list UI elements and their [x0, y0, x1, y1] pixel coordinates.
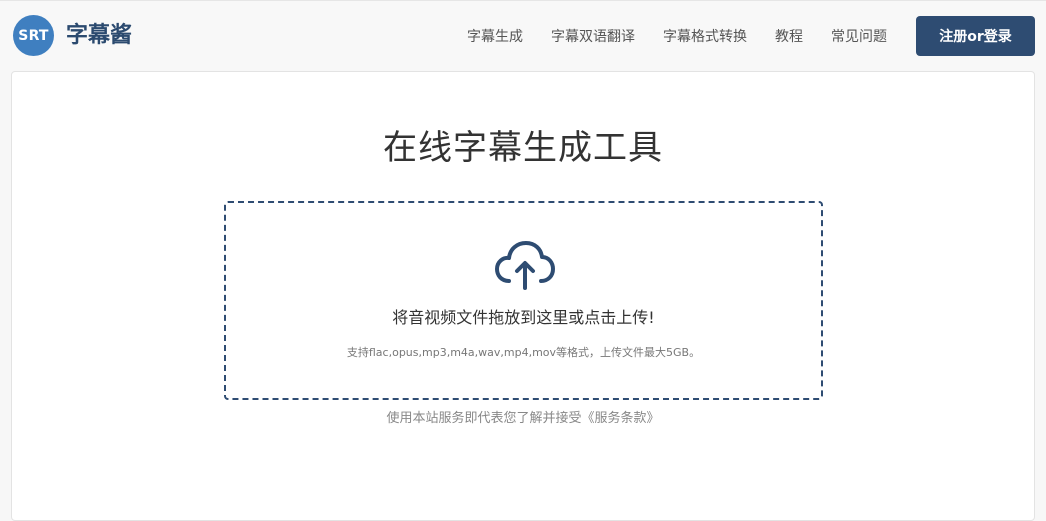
cloud-upload-icon [495, 241, 555, 290]
brand-name[interactable]: 字幕酱 [66, 24, 132, 47]
dropzone-prompt: 将音视频文件拖放到这里或点击上传! [392, 308, 655, 327]
main-nav: 字幕生成 字幕双语翻译 字幕格式转换 教程 常见问题 [453, 1, 901, 71]
terms-prefix: 使用本站服务即代表您了解并接受 [386, 411, 582, 426]
page-title: 在线字幕生成工具 [383, 128, 663, 168]
nav-item-tutorial[interactable]: 教程 [761, 26, 817, 46]
supported-formats-note: 支持flac,opus,mp3,m4a,wav,mp4,mov等格式，上传文件最… [346, 346, 701, 359]
terms-notice: 使用本站服务即代表您了解并接受《服务条款》 [12, 407, 1034, 426]
nav-item-faq[interactable]: 常见问题 [817, 26, 901, 46]
register-login-button[interactable]: 注册or登录 [916, 16, 1035, 56]
file-dropzone[interactable]: 将音视频文件拖放到这里或点击上传! 支持flac,opus,mp3,m4a,wa… [224, 201, 823, 400]
nav-item-bilingual-translation[interactable]: 字幕双语翻译 [537, 26, 649, 46]
nav-item-format-conversion[interactable]: 字幕格式转换 [649, 26, 761, 46]
srt-logo[interactable]: SRT [13, 15, 54, 56]
terms-of-service-link[interactable]: 《服务条款》 [582, 411, 660, 426]
brand[interactable]: SRT 字幕酱 [13, 15, 132, 56]
main-panel: 在线字幕生成工具 将音视频文件拖放到这里或点击上传! 支持flac,opus,m… [11, 71, 1035, 521]
top-navbar: SRT 字幕酱 字幕生成 字幕双语翻译 字幕格式转换 教程 常见问题 注册or登… [0, 0, 1046, 70]
nav-item-subtitle-generation[interactable]: 字幕生成 [453, 26, 537, 46]
